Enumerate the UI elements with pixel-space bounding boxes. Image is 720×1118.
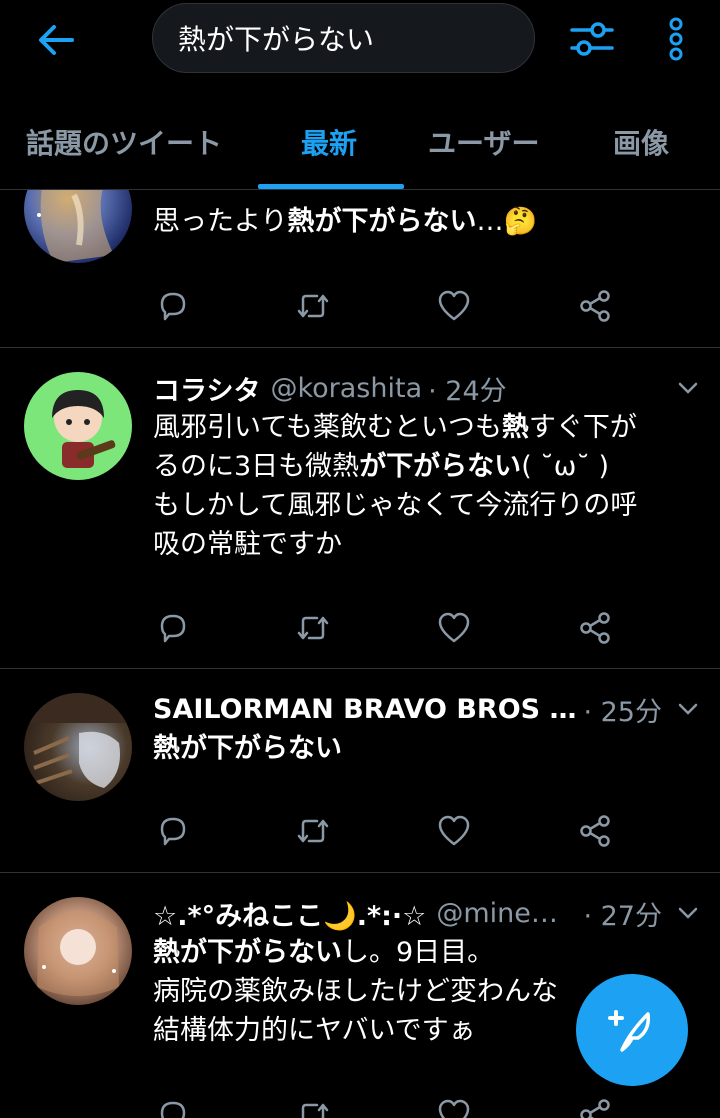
like-button[interactable]	[434, 1095, 474, 1118]
sliders-icon	[570, 22, 614, 56]
reply-icon	[160, 614, 186, 643]
retweet-button[interactable]	[293, 286, 333, 326]
active-tab-indicator	[258, 184, 404, 189]
tweet-time: · 27分	[583, 900, 662, 932]
share-icon	[580, 612, 610, 644]
feather-plus-icon	[608, 1010, 651, 1052]
tweet-actions	[153, 1095, 623, 1118]
search-query: 熱が下がらない	[178, 23, 375, 56]
user-handle[interactable]: @mine…	[436, 898, 558, 929]
retweet-icon	[297, 616, 329, 640]
like-button[interactable]	[434, 608, 474, 648]
avatar[interactable]	[24, 190, 132, 263]
share-icon	[580, 290, 610, 322]
tweet-actions	[153, 811, 623, 851]
reply-button[interactable]	[153, 811, 193, 851]
share-icon	[580, 1099, 610, 1118]
share-button[interactable]	[575, 286, 615, 326]
avatar[interactable]	[24, 693, 132, 801]
avatar-art	[52, 390, 116, 468]
filter-button[interactable]	[564, 14, 620, 64]
display-name[interactable]: コラシタ	[153, 369, 260, 408]
tweet-item[interactable]: SAILORMAN BRAVO BROS … · 25分 熱が下がらない	[0, 669, 720, 873]
top-bar: 熱が下がらない	[0, 0, 720, 92]
retweet-icon	[297, 819, 329, 843]
reply-button[interactable]	[153, 1095, 193, 1118]
avatar[interactable]	[24, 372, 132, 480]
arrow-left-icon	[39, 25, 74, 55]
tweet-header: コラシタ @korashita · 24分	[153, 368, 700, 408]
share-button[interactable]	[575, 608, 615, 648]
heart-icon	[438, 290, 470, 321]
like-button[interactable]	[434, 286, 474, 326]
tweet-item[interactable]: コラシタ @korashita · 24分 風邪引いても薬飲むといつも熱すぐ下が…	[0, 348, 720, 669]
retweet-button[interactable]	[293, 811, 333, 851]
heart-icon	[438, 1099, 470, 1118]
reply-icon	[160, 817, 186, 846]
avatar-art	[24, 693, 132, 788]
tweet-time: · 24分	[428, 375, 507, 407]
reply-button[interactable]	[153, 286, 193, 326]
share-button[interactable]	[575, 811, 615, 851]
chevron-down-icon[interactable]	[676, 697, 700, 721]
more-options-button[interactable]	[656, 14, 696, 64]
tab-top[interactable]: 話題のツイート	[26, 122, 222, 162]
retweet-button[interactable]	[293, 1095, 333, 1118]
share-button[interactable]	[575, 1095, 615, 1118]
heart-icon	[438, 815, 470, 846]
like-button[interactable]	[434, 811, 474, 851]
heart-icon	[438, 612, 470, 643]
retweet-icon	[301, 1103, 329, 1118]
back-button[interactable]	[30, 18, 82, 62]
tweet-header: ☆.*°みねここ🌙.*:·☆ @mine… · 27分	[153, 893, 700, 933]
tweet-text: 熱が下がらない	[153, 733, 342, 764]
share-icon	[580, 815, 610, 847]
reply-icon	[160, 292, 186, 321]
retweet-button[interactable]	[293, 608, 333, 648]
chevron-down-icon[interactable]	[676, 376, 700, 400]
tweet-actions	[153, 286, 623, 326]
tweet-header: SAILORMAN BRAVO BROS … · 25分	[153, 689, 700, 729]
avatar-art	[37, 912, 119, 996]
display-name[interactable]: SAILORMAN BRAVO BROS …	[153, 694, 577, 725]
tweet-text: 風邪引いても薬飲むといつも熱すぐ下が るのに3日も微熱が下がらない( ˘ω˘ )…	[153, 412, 638, 560]
compose-tweet-button[interactable]	[576, 974, 688, 1086]
tweet-text: 思ったより熱が下がらない…🤔	[153, 206, 538, 237]
tab-images[interactable]: 画像	[613, 122, 669, 162]
reply-icon	[160, 1101, 186, 1118]
display-name[interactable]: ☆.*°みねここ🌙.*:·☆	[153, 894, 426, 933]
user-handle[interactable]: @korashita	[270, 373, 422, 404]
chevron-down-icon[interactable]	[676, 901, 700, 925]
tab-latest[interactable]: 最新	[301, 122, 357, 162]
avatar-art	[37, 190, 114, 263]
tweet-actions	[153, 608, 623, 648]
vertical-dots-icon	[669, 17, 683, 61]
reply-button[interactable]	[153, 608, 193, 648]
tweet-item[interactable]: 思ったより熱が下がらない…🤔	[0, 190, 720, 348]
tab-users[interactable]: ユーザー	[428, 122, 539, 162]
tweet-time: · 25分	[583, 696, 662, 728]
avatar[interactable]	[24, 897, 132, 1005]
search-tabs: 話題のツイート 最新 ユーザー 画像	[0, 100, 720, 190]
retweet-icon	[297, 294, 329, 318]
search-input[interactable]: 熱が下がらない	[152, 3, 535, 73]
